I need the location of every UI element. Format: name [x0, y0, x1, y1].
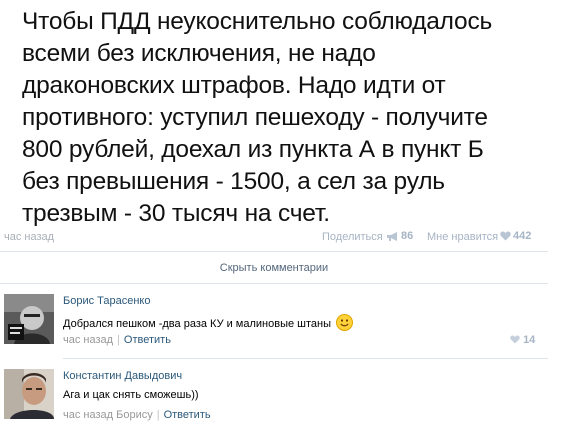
comment-time[interactable]: час назад Борису — [63, 409, 153, 421]
comment-meta: час назад | Ответить — [63, 334, 171, 346]
comment-meta: час назад Борису | Ответить — [63, 409, 211, 421]
reply-button[interactable]: Ответить — [164, 409, 211, 421]
post-meta-row: час назад Поделиться 86 Мне нравится 442 — [0, 229, 561, 245]
divider — [63, 358, 548, 359]
share-button[interactable]: Поделиться — [322, 231, 383, 243]
avatar[interactable] — [4, 294, 54, 344]
smiley-emoji-icon — [336, 314, 354, 334]
post-text: Чтобы ПДД неукоснительно соблюдалось все… — [22, 6, 542, 230]
share-count[interactable]: 86 — [401, 230, 413, 242]
heart-icon[interactable] — [510, 335, 520, 344]
post-text-line: всеми без исключения, не надо — [22, 40, 376, 67]
separator: | — [117, 334, 120, 346]
like-count[interactable]: 442 — [513, 230, 531, 242]
post-text-line: драконовских штрафов. Надо идти от — [22, 72, 446, 99]
like-button[interactable]: Мне нравится — [427, 231, 498, 243]
megaphone-icon[interactable] — [386, 231, 399, 245]
post-text-line: 800 рублей, доехал из пункта А в пункт Б — [22, 136, 484, 163]
comment-like-count[interactable]: 14 — [523, 334, 535, 346]
post-text-line: без превышения - 1500, а сел за руль — [22, 168, 445, 195]
post-time[interactable]: час назад — [4, 231, 54, 243]
separator: | — [156, 409, 160, 421]
post-text-line: противного: уступил пешеходу - получите — [22, 104, 488, 131]
post-text-line: трезвым - 30 тысяч на счет. — [22, 200, 330, 227]
heart-icon[interactable] — [500, 231, 511, 244]
comment-text: Добрался пешком -два раза КУ и малиновые… — [63, 314, 354, 334]
comment-like[interactable]: 14 — [510, 334, 535, 346]
post-text-line: Чтобы ПДД неукоснительно соблюдалось — [22, 8, 493, 35]
reply-button[interactable]: Ответить — [124, 334, 171, 346]
comment-author[interactable]: Борис Тарасенко — [63, 295, 150, 307]
comment-text: Ага и цак снять сможешь)) — [63, 389, 199, 401]
divider — [0, 251, 548, 252]
hide-comments-link[interactable]: Скрыть комментарии — [0, 262, 548, 274]
avatar[interactable] — [4, 369, 54, 419]
comment-text-content: Добрался пешком -два раза КУ и малиновые… — [63, 318, 332, 330]
divider — [0, 283, 548, 284]
comment-time[interactable]: час назад — [63, 334, 113, 346]
comment-author[interactable]: Константин Давыдович — [63, 370, 182, 382]
